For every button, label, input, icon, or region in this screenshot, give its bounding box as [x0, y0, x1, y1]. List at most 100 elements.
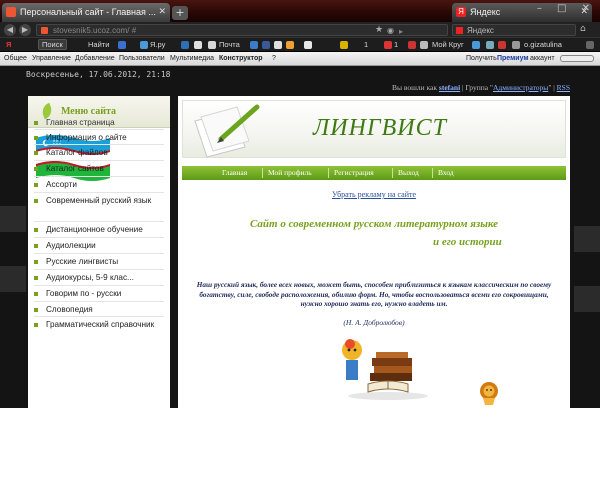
forward-arrow-icon[interactable]: ▶ — [19, 24, 31, 36]
web-page: Воскресенье, 17.06.2012, 21:18 Вы вошли … — [0, 66, 600, 408]
sidebar-menu-item[interactable]: Главная страница — [34, 118, 166, 128]
nav-register[interactable]: Регистрация — [334, 168, 374, 177]
sidebar-menu-item[interactable]: Современный русский язык — [34, 196, 166, 206]
list-icon[interactable] — [274, 41, 282, 49]
nav-login[interactable]: Вход — [438, 168, 454, 177]
group-link[interactable]: Администраторы — [493, 83, 548, 92]
moikrug-link[interactable]: Мой Круг — [432, 40, 464, 49]
yaru-link[interactable]: Я.ру — [150, 40, 165, 49]
sidebar-menu-item[interactable]: Аудиолекции — [34, 241, 166, 251]
grid-icon[interactable] — [486, 41, 494, 49]
sidebar-menu-item[interactable]: Информация о сайте — [34, 133, 166, 143]
window-controls[interactable]: – □ ✕ — [537, 3, 596, 14]
tab-bar: Персональный сайт - Главная ... ✕ + Я Ян… — [0, 0, 600, 22]
sidebar-menu-item-label: Аудиокурсы, 5-9 клас... — [46, 273, 134, 282]
menu-divider — [34, 221, 164, 222]
sidebar-menu-item[interactable]: Говорим по - русски — [34, 289, 166, 299]
search-input[interactable]: Яндекс — [452, 24, 576, 36]
sidebar: Меню сайта Главная страница Информация о … — [28, 96, 170, 408]
rss-icon[interactable]: ◉ — [387, 25, 394, 36]
premium-link[interactable]: Премиум — [497, 55, 529, 62]
sidebar-menu-item-label: Русские лингвисты — [46, 257, 119, 266]
login-status: Вы вошли как stefani | Группа "Администр… — [392, 83, 570, 92]
yandex-toolbar: Я Поиск Найти Я.ру Почта 1 1 Мой Круг o.… — [0, 38, 600, 52]
sidebar-menu-item[interactable]: Дистанционное обучение — [34, 225, 166, 235]
premium-suffix: аккаунт — [530, 55, 555, 62]
home-icon[interactable]: ⌂ — [580, 24, 586, 34]
weather-icon[interactable] — [408, 41, 416, 49]
sidebar-menu-item[interactable]: Аудиокурсы, 5-9 клас... — [34, 273, 166, 283]
nav-logout[interactable]: Выход — [398, 168, 419, 177]
account-icon — [512, 41, 520, 49]
yandex-favicon-icon: Я — [456, 7, 466, 17]
background-tile — [574, 226, 600, 252]
bullet-icon — [34, 323, 38, 327]
nav-profile[interactable]: Мой профиль — [268, 168, 312, 177]
sidebar-menu-item[interactable]: Русские лингвисты — [34, 257, 166, 267]
quote-author: (Н. А. Добролюбов) — [343, 318, 405, 327]
sidebar-menu-item-label: Дистанционное обучение — [46, 225, 143, 234]
mail-count-icon[interactable] — [384, 41, 392, 49]
sidebar-menu-item-label: Современный русский язык — [46, 196, 152, 205]
bullet-icon — [34, 308, 38, 312]
background-tile — [574, 286, 600, 312]
find-link[interactable]: Найти — [88, 40, 109, 49]
menu-divider — [34, 192, 164, 193]
user-icon[interactable] — [472, 41, 480, 49]
sidebar-menu-item[interactable]: Каталог файлов — [34, 148, 166, 158]
ucoz-help[interactable]: ? — [272, 55, 276, 62]
sidebar-menu-item[interactable]: Словопедия — [34, 305, 166, 315]
account-link[interactable]: o.gizatulina — [524, 40, 562, 49]
ucoz-menu-general[interactable]: Общее — [4, 55, 27, 62]
sidebar-menu-item-label: Грамматический справочник — [46, 320, 155, 329]
twitter-icon[interactable] — [250, 41, 258, 49]
sidebar-menu-item[interactable]: Грамматический справочник — [34, 320, 166, 330]
ucoz-menu-multimedia[interactable]: Мультимедиа — [170, 55, 214, 62]
site-header-banner: ЛИНГВИСТ — [182, 100, 566, 158]
group-prefix: | Группа " — [462, 83, 493, 92]
new-tab-button[interactable]: + — [172, 6, 188, 20]
navigation-bar: ◀ ▶ stovesnik5.ucoz.com/ # ★ ◉ ▸ Яндекс … — [0, 22, 600, 38]
back-arrow-icon[interactable]: ◀ — [4, 24, 16, 36]
browser-window: Персональный сайт - Главная ... ✕ + Я Ян… — [0, 0, 600, 408]
yandex-logo[interactable]: Я — [6, 40, 11, 49]
widget-icon[interactable] — [498, 41, 506, 49]
menu-icon[interactable] — [586, 41, 594, 49]
username-link[interactable]: stefani — [439, 83, 460, 92]
nav-home[interactable]: Главная — [222, 168, 247, 177]
sidebar-menu-item[interactable]: Ассорти — [34, 180, 166, 190]
sidebar-menu-item-label: Ассорти — [46, 180, 77, 189]
nav-divider — [328, 168, 329, 178]
books-mascot-image — [342, 339, 428, 400]
site-logo[interactable]: ЛИНГВИСТ — [313, 115, 447, 142]
yandex-search-button[interactable]: Поиск — [38, 39, 67, 50]
address-bar[interactable]: stovesnik5.ucoz.com/ # ★ ◉ ▸ — [36, 24, 448, 36]
ucoz-menu-constructor[interactable]: Конструктор — [219, 55, 263, 62]
mail-link[interactable]: Почта — [219, 40, 240, 49]
coins-icon[interactable] — [340, 41, 348, 49]
go-icon[interactable]: ▸ — [399, 26, 403, 37]
sidebar-menu-item[interactable]: Каталог сайтов — [34, 164, 166, 174]
tab-label: Яндекс — [470, 7, 501, 17]
panel-slider[interactable] — [560, 55, 594, 62]
browser-icon[interactable] — [194, 41, 202, 49]
star-icon[interactable]: ★ — [375, 24, 383, 35]
menu-divider — [34, 285, 164, 286]
sidebar-menu-item-label: Словопедия — [46, 305, 93, 314]
ucoz-menu-users[interactable]: Пользователи — [119, 55, 165, 62]
vk-icon[interactable] — [181, 41, 189, 49]
sidebar-menu-item-label: Главная страница — [46, 118, 115, 127]
nav-divider — [262, 168, 263, 178]
tab-personal-site[interactable]: Персональный сайт - Главная ... ✕ — [2, 3, 170, 22]
globe-icon[interactable] — [118, 41, 126, 49]
top-navigation: Главная Мой профиль Регистрация Выход Вх… — [182, 166, 566, 180]
facebook-icon[interactable] — [262, 41, 270, 49]
ucoz-menu-management[interactable]: Управление — [32, 55, 71, 62]
ucoz-menu-add[interactable]: Добавление — [75, 55, 115, 62]
menu-divider — [34, 301, 164, 302]
remove-ads-link[interactable]: Убрать рекламу на сайте — [178, 190, 570, 199]
percent-icon[interactable] — [286, 41, 294, 49]
envelope-icon[interactable] — [304, 41, 312, 49]
rss-link[interactable]: RSS — [557, 83, 570, 92]
close-tab-icon[interactable]: ✕ — [158, 6, 166, 17]
